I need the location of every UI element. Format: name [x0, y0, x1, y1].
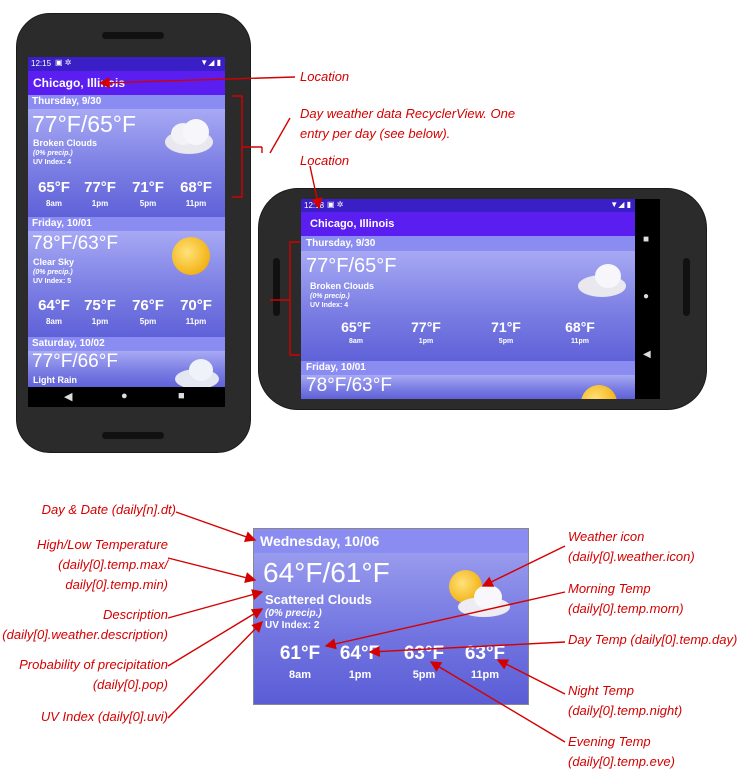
arrow: [269, 117, 291, 154]
arrow: [167, 589, 264, 619]
arrow: [324, 591, 566, 650]
bracket: [289, 241, 300, 356]
arrow: [368, 641, 566, 658]
annotation-arrows: [98, 76, 566, 743]
arrow: [429, 661, 566, 743]
arrow: [309, 165, 323, 210]
arrow: [167, 620, 263, 719]
arrow: [481, 545, 566, 587]
arrow: [496, 659, 566, 695]
arrow: [175, 511, 257, 543]
arrow: [98, 76, 296, 89]
bracket: [242, 146, 263, 153]
arrow: [167, 608, 264, 667]
bracket: [232, 95, 243, 198]
arrow: [167, 557, 257, 584]
